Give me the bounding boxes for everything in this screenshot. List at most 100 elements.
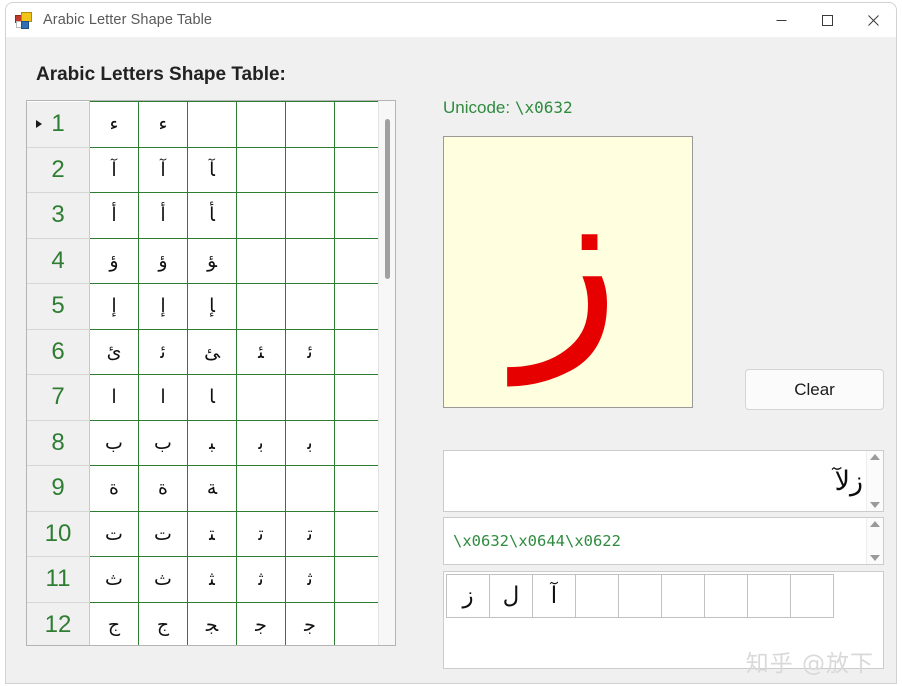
grid-cell[interactable]: ء	[89, 101, 139, 148]
grid-cell[interactable]: ﺟ	[236, 601, 286, 645]
grid-cell[interactable]	[334, 601, 384, 645]
grid-cell[interactable]	[285, 101, 335, 148]
grid-cell[interactable]: أ	[138, 192, 188, 239]
grid-cell[interactable]: ﺊ	[187, 328, 237, 375]
grid-cell[interactable]	[334, 556, 384, 603]
character-cell[interactable]	[661, 574, 705, 618]
table-row[interactable]: 7ااﺎ	[27, 374, 384, 421]
grid-cell[interactable]	[236, 374, 286, 421]
scroll-up-icon[interactable]	[870, 521, 880, 527]
grid-cell[interactable]: ﺌ	[236, 328, 286, 375]
grid-cell[interactable]: ﺈ	[187, 283, 237, 330]
grid-cell[interactable]	[285, 146, 335, 193]
grid-cell[interactable]	[334, 328, 384, 375]
grid-cell[interactable]	[334, 283, 384, 330]
scroll-down-icon[interactable]	[870, 502, 880, 508]
table-row[interactable]: 6ئﺋﺊﺌﺋ	[27, 328, 384, 375]
grid-cell[interactable]: ﺘ	[187, 510, 237, 557]
grid-cell[interactable]	[236, 283, 286, 330]
codes-textbox-scrollbar[interactable]	[866, 518, 883, 564]
grid-cell[interactable]: ﺋ	[285, 328, 335, 375]
maximize-button[interactable]	[804, 3, 850, 37]
grid-cell[interactable]: ﺒ	[187, 419, 237, 466]
grid-cell[interactable]: ﺔ	[187, 465, 237, 512]
row-header[interactable]: 1	[27, 101, 90, 148]
grid-cell[interactable]	[236, 101, 286, 148]
scroll-down-icon[interactable]	[870, 555, 880, 561]
grid-cell[interactable]	[285, 465, 335, 512]
table-row[interactable]: 9ةةﺔ	[27, 465, 384, 512]
grid-cell[interactable]: أ	[89, 192, 139, 239]
grid-cell[interactable]: ؤ	[138, 237, 188, 284]
clear-button[interactable]: Clear	[745, 369, 884, 410]
grid-cell[interactable]: ئ	[89, 328, 139, 375]
grid-cell[interactable]: ب	[138, 419, 188, 466]
character-cell[interactable]	[704, 574, 748, 618]
grid-cell[interactable]	[285, 283, 335, 330]
grid-cell[interactable]: ة	[138, 465, 188, 512]
grid-cell[interactable]: ب	[89, 419, 139, 466]
grid-cell[interactable]: ﺗ	[236, 510, 286, 557]
grid-cell[interactable]	[334, 465, 384, 512]
grid-cell[interactable]: ﺂ	[187, 146, 237, 193]
character-cell[interactable]	[575, 574, 619, 618]
row-header[interactable]: 9	[27, 465, 90, 512]
row-header[interactable]: 3	[27, 192, 90, 239]
row-header[interactable]: 2	[27, 147, 90, 193]
grid-cell[interactable]: ا	[89, 374, 139, 421]
grid-cell[interactable]: ت	[138, 510, 188, 557]
row-header[interactable]: 6	[27, 329, 90, 375]
table-row[interactable]: 4ؤؤﺆ	[27, 237, 384, 284]
table-row[interactable]: 11 ث ث ﺜ ﺛ ﺛ	[27, 556, 384, 603]
grid-cell[interactable]: ﺗ	[285, 510, 335, 557]
grid-cell[interactable]: ﺋ	[138, 328, 188, 375]
grid-cell[interactable]: آ	[138, 146, 188, 193]
unicode-codes-input[interactable]: \x0632\x0644\x0622	[443, 517, 884, 565]
scroll-up-icon[interactable]	[870, 454, 880, 460]
table-row[interactable]: 3أأﺄ	[27, 192, 384, 239]
grid-cell[interactable]: ﺆ	[187, 237, 237, 284]
grid-cell[interactable]: ﺑ	[285, 419, 335, 466]
grid-cell[interactable]: ﺜ	[187, 556, 237, 603]
grid-cell[interactable]	[236, 237, 286, 284]
grid-cell[interactable]: ﺛ	[285, 556, 335, 603]
grid-cell[interactable]: ج	[89, 601, 139, 645]
row-header[interactable]: 5	[27, 283, 90, 330]
grid-cell[interactable]	[187, 101, 237, 148]
character-cell[interactable]: ز	[446, 574, 490, 618]
scrollbar-thumb[interactable]	[385, 119, 390, 279]
grid-cell[interactable]: ث	[138, 556, 188, 603]
table-row[interactable]: 10 ت ت ﺘ ﺗ ﺗ	[27, 510, 384, 557]
row-header[interactable]: 10	[27, 511, 90, 557]
grid-cell[interactable]: ﺎ	[187, 374, 237, 421]
grid-cell[interactable]	[236, 192, 286, 239]
grid-cell[interactable]: ﺠ	[187, 601, 237, 645]
grid-cell[interactable]	[334, 419, 384, 466]
table-row[interactable]: 1ءء	[27, 101, 384, 148]
grid-cell[interactable]	[334, 192, 384, 239]
character-cell[interactable]	[790, 574, 834, 618]
character-cell[interactable]: ل	[489, 574, 533, 618]
grid-cell[interactable]: ة	[89, 465, 139, 512]
grid-cell[interactable]	[334, 101, 384, 148]
grid-cell[interactable]	[285, 237, 335, 284]
table-row[interactable]: 2آآﺂ	[27, 146, 384, 193]
grid-cell[interactable]	[285, 374, 335, 421]
grid-cell[interactable]: ؤ	[89, 237, 139, 284]
grid-cell[interactable]	[236, 465, 286, 512]
grid-cell[interactable]: ﺄ	[187, 192, 237, 239]
row-header[interactable]: 7	[27, 374, 90, 421]
grid-cell[interactable]: ا	[138, 374, 188, 421]
grid-cell[interactable]	[236, 146, 286, 193]
grid-cell[interactable]: ء	[138, 101, 188, 148]
grid-cell[interactable]: إ	[89, 283, 139, 330]
grid-cell[interactable]	[285, 192, 335, 239]
arabic-textbox-scrollbar[interactable]	[866, 451, 883, 511]
close-button[interactable]	[850, 3, 896, 37]
grid-cell[interactable]: ج	[138, 601, 188, 645]
table-row[interactable]: 8ببﺒﺑﺑ	[27, 419, 384, 466]
letter-shape-datagrid[interactable]: 1ءء2آآﺂ3أأﺄ4ؤؤﺆ5إإﺈ6ئﺋﺊﺌﺋ7ااﺎ8ببﺒﺑﺑ9ةةﺔ1…	[26, 100, 396, 646]
grid-cell[interactable]: ﺑ	[236, 419, 286, 466]
grid-cell[interactable]: ﺛ	[236, 556, 286, 603]
grid-cell[interactable]	[334, 510, 384, 557]
